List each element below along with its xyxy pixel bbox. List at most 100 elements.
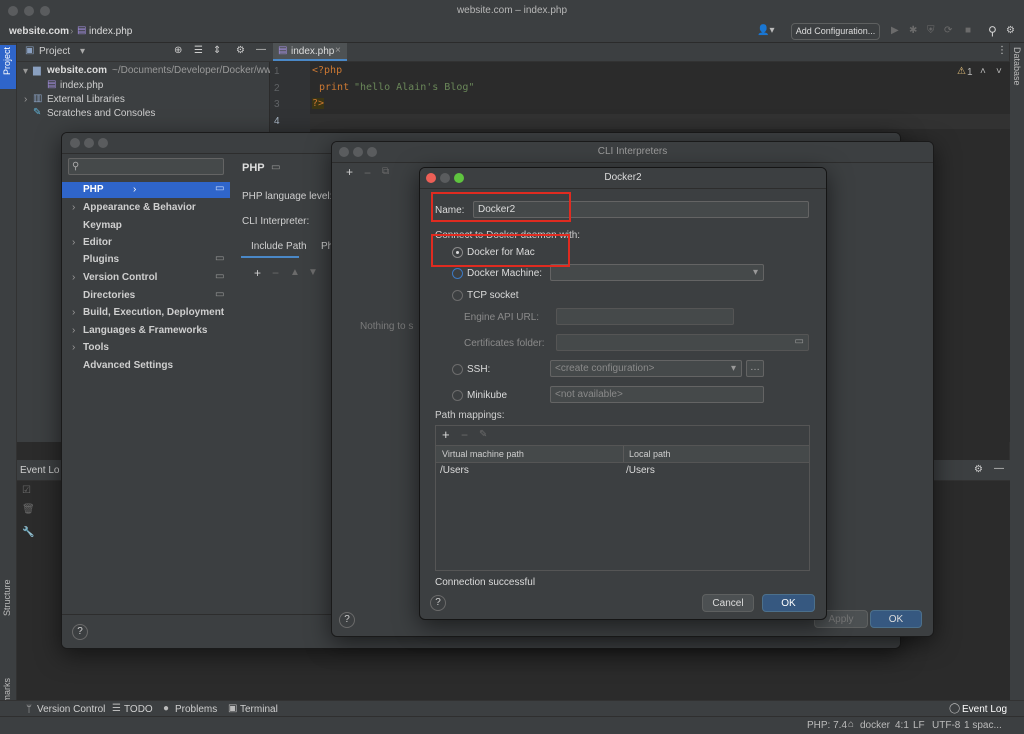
tree-external-libraries[interactable]: External Libraries: [47, 94, 125, 105]
remove-mapping-icon[interactable]: −: [461, 428, 468, 442]
tab-include-path[interactable]: Include Path: [241, 236, 307, 258]
chevron-down-icon[interactable]: ▾: [23, 66, 28, 77]
bottom-tab-todo[interactable]: TODO: [124, 704, 153, 715]
status-caret[interactable]: 4:1: [895, 720, 909, 731]
bottom-tab-version-control[interactable]: Version Control: [37, 704, 105, 715]
status-php-version[interactable]: PHP: 7.4: [807, 720, 847, 731]
event-log-gear-icon[interactable]: ⚙: [974, 464, 983, 475]
add-mapping-icon[interactable]: +: [442, 427, 450, 442]
chevron-right-icon[interactable]: ›: [24, 94, 27, 105]
copy-interpreter-icon[interactable]: ⧉: [382, 166, 389, 177]
settings-item-keymap[interactable]: Keymap: [83, 220, 122, 231]
chevron-right-icon[interactable]: ›: [133, 184, 136, 195]
settings-item-version-control[interactable]: Version Control: [83, 272, 157, 283]
mark-read-icon[interactable]: ☑: [22, 485, 31, 496]
bottom-tab-terminal[interactable]: Terminal: [240, 704, 278, 715]
run-icon[interactable]: ▶: [891, 25, 899, 36]
status-line-sep[interactable]: LF: [913, 720, 925, 731]
settings-item-languages[interactable]: Languages & Frameworks: [83, 325, 207, 336]
chevron-right-icon[interactable]: ›: [72, 325, 75, 336]
nav-file[interactable]: index.php: [89, 26, 132, 37]
profile-icon[interactable]: ⟳: [944, 25, 952, 36]
radio-tcp-socket[interactable]: [452, 290, 463, 301]
locate-icon[interactable]: ⊕: [174, 45, 182, 56]
tree-root-name[interactable]: website.com: [47, 65, 107, 76]
stop-icon[interactable]: ■: [965, 25, 971, 36]
settings-gear-icon[interactable]: ⚙: [1006, 25, 1015, 36]
chevron-up-icon[interactable]: ˄: [980, 66, 986, 77]
move-down-icon[interactable]: ▼: [308, 267, 318, 278]
user-icon[interactable]: 👤▾: [757, 25, 774, 36]
docker-machine-select[interactable]: ▾: [550, 264, 764, 281]
radio-minikube[interactable]: [452, 390, 463, 401]
settings-item-editor[interactable]: Editor: [83, 237, 112, 248]
status-encoding[interactable]: UTF-8: [932, 720, 960, 731]
chevron-right-icon[interactable]: ›: [72, 202, 75, 213]
settings-item-appearance[interactable]: Appearance & Behavior: [83, 202, 196, 213]
settings-item-tools[interactable]: Tools: [83, 342, 109, 353]
ssh-select[interactable]: <create configuration> ▾: [550, 360, 742, 377]
bottom-tab-event-log[interactable]: Event Log: [962, 704, 1007, 715]
cli-ok-button[interactable]: OK: [870, 610, 922, 628]
status-docker[interactable]: docker: [860, 720, 890, 731]
settings-item-plugins[interactable]: Plugins: [83, 254, 119, 265]
docker-cancel-button[interactable]: Cancel: [702, 594, 754, 612]
help-icon[interactable]: ?: [430, 595, 446, 611]
chevron-right-icon[interactable]: ›: [72, 272, 75, 283]
tree-file[interactable]: index.php: [60, 80, 103, 91]
side-tab-database[interactable]: Database: [1012, 47, 1022, 86]
coverage-icon[interactable]: ⛨: [927, 25, 935, 36]
radio-docker-machine[interactable]: [452, 268, 463, 279]
edit-mapping-icon[interactable]: ✎: [479, 429, 487, 440]
trash-icon[interactable]: 🗑: [22, 504, 35, 515]
settings-item-build[interactable]: Build, Execution, Deployment: [83, 307, 224, 318]
chevron-right-icon[interactable]: ›: [72, 237, 75, 248]
interpreter-list[interactable]: Nothing to s: [332, 182, 428, 602]
expand-all-icon[interactable]: ⇕: [213, 45, 221, 56]
tree-scratches[interactable]: Scratches and Consoles: [47, 108, 155, 119]
bottom-tab-problems[interactable]: Problems: [175, 704, 217, 715]
settings-item-advanced[interactable]: Advanced Settings: [83, 360, 173, 371]
close-tab-icon[interactable]: ×: [335, 45, 341, 56]
debug-icon[interactable]: ✱: [909, 25, 917, 36]
settings-item-php[interactable]: PHP: [83, 184, 104, 195]
help-icon[interactable]: ?: [72, 624, 88, 640]
project-dropdown[interactable]: Project: [39, 46, 70, 57]
add-icon[interactable]: +: [254, 266, 261, 280]
settings-item-directories[interactable]: Directories: [83, 290, 135, 301]
hide-icon[interactable]: —: [256, 44, 266, 55]
side-tab-structure[interactable]: Structure: [2, 579, 12, 616]
nav-project[interactable]: website.com: [9, 26, 69, 37]
engine-url-input[interactable]: [556, 308, 734, 325]
col-local-path[interactable]: Local path: [629, 449, 671, 459]
certs-input[interactable]: ▭: [556, 334, 809, 351]
ssh-browse-button[interactable]: …: [746, 360, 764, 377]
remove-icon[interactable]: −: [272, 266, 279, 280]
status-indent[interactable]: 1 spac...: [964, 720, 1002, 731]
radio-ssh[interactable]: [452, 364, 463, 375]
options-gear-icon[interactable]: ⚙: [236, 45, 245, 56]
editor-tab-index-php[interactable]: ▤ index.php ×: [273, 43, 347, 61]
col-vm-path[interactable]: Virtual machine path: [442, 449, 524, 459]
project-scope-icon: ▭: [215, 183, 225, 194]
help-icon[interactable]: ?: [339, 612, 355, 628]
table-row[interactable]: /Users /Users: [436, 463, 809, 478]
docker-ok-button[interactable]: OK: [762, 594, 815, 612]
chevron-right-icon[interactable]: ›: [72, 307, 75, 318]
folder-icon[interactable]: ▭: [795, 336, 804, 347]
remove-interpreter-icon[interactable]: −: [364, 166, 371, 180]
warning-icon[interactable]: ⚠: [957, 66, 966, 77]
wrench-icon[interactable]: 🔧: [22, 527, 34, 538]
chevron-right-icon[interactable]: ›: [72, 342, 75, 353]
add-interpreter-icon[interactable]: +: [346, 165, 353, 179]
event-log-hide-icon[interactable]: —: [994, 463, 1004, 474]
collapse-all-icon[interactable]: ☰: [194, 45, 203, 56]
chevron-down-icon[interactable]: ˅: [996, 66, 1002, 77]
move-up-icon[interactable]: ▲: [290, 267, 300, 278]
search-icon[interactable]: ⚲: [988, 24, 997, 38]
chevron-down-icon[interactable]: ▾: [80, 46, 85, 57]
side-tab-project[interactable]: Project: [0, 45, 16, 89]
docker-dialog-title: Docker2: [604, 172, 642, 183]
add-configuration-button[interactable]: Add Configuration...: [791, 23, 880, 40]
more-icon[interactable]: ⋮: [997, 45, 1007, 56]
